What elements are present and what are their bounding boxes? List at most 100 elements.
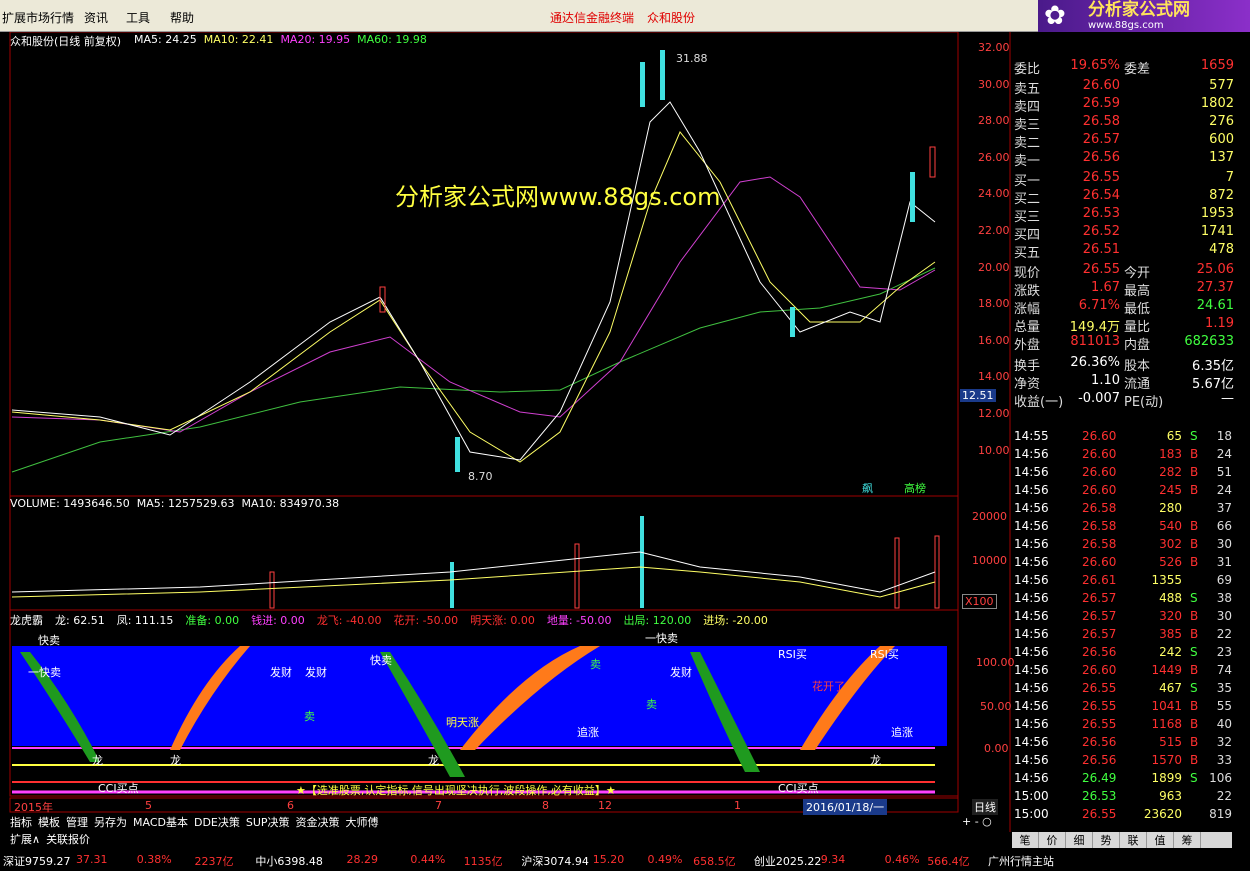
- quote-weibi-label2: 委差: [1124, 62, 1151, 77]
- tick-time: 15:00: [1014, 807, 1049, 821]
- tick-side: B: [1190, 519, 1199, 533]
- tick-row: 14:56 26.57 488 S 38: [1014, 591, 1234, 609]
- ind-axis-0: 0.00: [984, 742, 1009, 755]
- tick-volume: 320: [1159, 609, 1182, 623]
- sub-toolbar-tab[interactable]: 扩展∧: [10, 833, 40, 846]
- ma-legend: MA5: 24.25 MA10: 22.41 MA20: 19.95 MA60:…: [134, 33, 427, 46]
- badge-fly[interactable]: 飙: [862, 480, 873, 496]
- quote-tab[interactable]: 价: [1039, 832, 1066, 848]
- tick-side: B: [1190, 663, 1199, 677]
- ind-label-mingtianzhang: 明天涨: [446, 716, 479, 729]
- toolbar-tab[interactable]: 另存为: [94, 816, 127, 829]
- sub-toolbar-tab[interactable]: 关联报价: [46, 833, 90, 846]
- quote-tab[interactable]: 细: [1066, 832, 1093, 848]
- status-item: 0.38%: [136, 853, 172, 866]
- tick-volume: 1355: [1151, 573, 1182, 587]
- indicator-param: 凤: 111.15: [116, 614, 174, 627]
- status-item: 1135亿: [463, 855, 503, 868]
- quote-stat-label2: 股本: [1124, 359, 1151, 374]
- ind-label-zhuizhang-2: 追涨: [891, 726, 913, 739]
- price-axis-tick: 22.00: [978, 224, 1010, 237]
- tick-price: 26.55: [1082, 717, 1117, 731]
- menu-tools[interactable]: 工具: [126, 9, 150, 26]
- quote-buy-4-label: 买四: [1014, 228, 1041, 243]
- tick-count: 819: [1209, 807, 1232, 821]
- tick-time: 14:56: [1014, 573, 1049, 587]
- menu-news[interactable]: 资讯: [84, 9, 108, 26]
- strategy-banner: ★【选准股票,认定指标,信号出现坚决执行,波段操作,必有收益】★: [296, 784, 616, 797]
- toolbar-tab[interactable]: MACD基本: [133, 816, 188, 829]
- tick-row: 14:56 26.58 540 B 66: [1014, 519, 1234, 537]
- tick-side: B: [1190, 717, 1199, 731]
- volume-axis-10000: 10000: [972, 554, 1007, 567]
- ma60-line: [11, 267, 936, 473]
- quote-weibi-value: 19.65%: [1070, 58, 1120, 73]
- zoom-controls[interactable]: + - ○: [962, 815, 992, 828]
- tick-count: 32: [1216, 735, 1232, 749]
- indicator-param: 钱进: 0.00: [251, 614, 305, 627]
- quote-sell-2-label: 卖二: [1014, 136, 1041, 151]
- quote-sell-1: 卖一 26.56 137: [1014, 150, 1234, 169]
- tick-count: 23: [1216, 645, 1232, 659]
- indicator-param: 龙虎霸: [10, 614, 43, 627]
- quote-buy-1-value2: 7: [1225, 170, 1234, 185]
- tick-side: S: [1190, 681, 1198, 695]
- indicator-param: 进场: -20.00: [703, 614, 768, 627]
- quote-stat: 换手 26.36% 股本 6.35亿: [1014, 355, 1234, 374]
- toolbar-tab[interactable]: DDE决策: [194, 816, 240, 829]
- toolbar-tab[interactable]: SUP决策: [246, 816, 290, 829]
- quote-tab[interactable]: 势: [1093, 832, 1120, 848]
- tick-count: 38: [1216, 591, 1232, 605]
- tick-volume: 1570: [1151, 753, 1182, 767]
- quote-tab[interactable]: 值: [1147, 832, 1174, 848]
- tick-volume: 245: [1159, 483, 1182, 497]
- tick-time: 14:56: [1014, 609, 1049, 623]
- quote-tab[interactable]: 联: [1120, 832, 1147, 848]
- quote-stat-label2: 最高: [1124, 284, 1151, 299]
- timeline-may: 5: [145, 799, 152, 812]
- tick-price: 26.57: [1082, 627, 1117, 641]
- toolbar-tab[interactable]: 管理: [66, 816, 88, 829]
- quote-sell-3-value2: 276: [1209, 114, 1234, 129]
- tick-volume: 1168: [1151, 717, 1182, 731]
- quote-stat-value2: 5.67亿: [1192, 377, 1234, 392]
- tick-count: 69: [1216, 573, 1232, 587]
- volume-ma5: MA5: 1257529.63: [136, 497, 235, 510]
- tick-price: 26.57: [1082, 591, 1117, 605]
- tick-volume: 1041: [1151, 699, 1182, 713]
- quote-stat-value: 149.4万: [1069, 320, 1120, 335]
- badge-high-rank[interactable]: 高榜: [904, 480, 926, 496]
- status-item: 566.4亿: [927, 855, 970, 868]
- toolbar-tab[interactable]: 资金决策: [296, 816, 340, 829]
- status-item: 0.49%: [647, 853, 683, 866]
- quote-stat-value2: 1.19: [1205, 316, 1234, 331]
- status-item: 15.20: [592, 853, 625, 866]
- timeline-dec: 12: [598, 799, 612, 812]
- timeline-year: 2015年: [14, 801, 53, 814]
- sub-toolbar: 扩展∧ 关联报价: [10, 831, 96, 847]
- tick-side: B: [1190, 699, 1199, 713]
- quote-stat: 总量 149.4万 量比 1.19: [1014, 316, 1234, 335]
- tick-price: 26.49: [1082, 771, 1117, 785]
- tick-row: 14:56 26.49 1899 S 106: [1014, 771, 1234, 789]
- menu-market[interactable]: 扩展市场行情: [2, 9, 74, 26]
- period-selector[interactable]: 日线: [972, 799, 998, 815]
- quote-tab[interactable]: 筹: [1174, 832, 1201, 848]
- volume-ma5: [11, 551, 936, 593]
- toolbar-tab[interactable]: 大师傅: [346, 816, 379, 829]
- tick-count: 74: [1216, 663, 1232, 677]
- logo-text: 分析家公式网: [1088, 0, 1190, 20]
- ma20-line: [11, 176, 936, 433]
- price-axis-tick: 26.00: [978, 150, 1010, 164]
- quote-stat-value2: 27.37: [1196, 280, 1234, 295]
- quote-sell-2-value: 26.57: [1082, 132, 1120, 147]
- quote-sell-5-value2: 577: [1209, 78, 1234, 93]
- menu-help[interactable]: 帮助: [170, 9, 194, 26]
- quote-tab[interactable]: 笔: [1012, 832, 1039, 848]
- tick-side: B: [1190, 447, 1199, 461]
- status-item: 0.46%: [884, 853, 920, 866]
- toolbar-tab[interactable]: 模板: [38, 816, 60, 829]
- ind-label-zhuizhang-1: 追涨: [577, 726, 599, 739]
- high-label: 31.88: [676, 52, 708, 65]
- toolbar-tab[interactable]: 指标: [10, 816, 32, 829]
